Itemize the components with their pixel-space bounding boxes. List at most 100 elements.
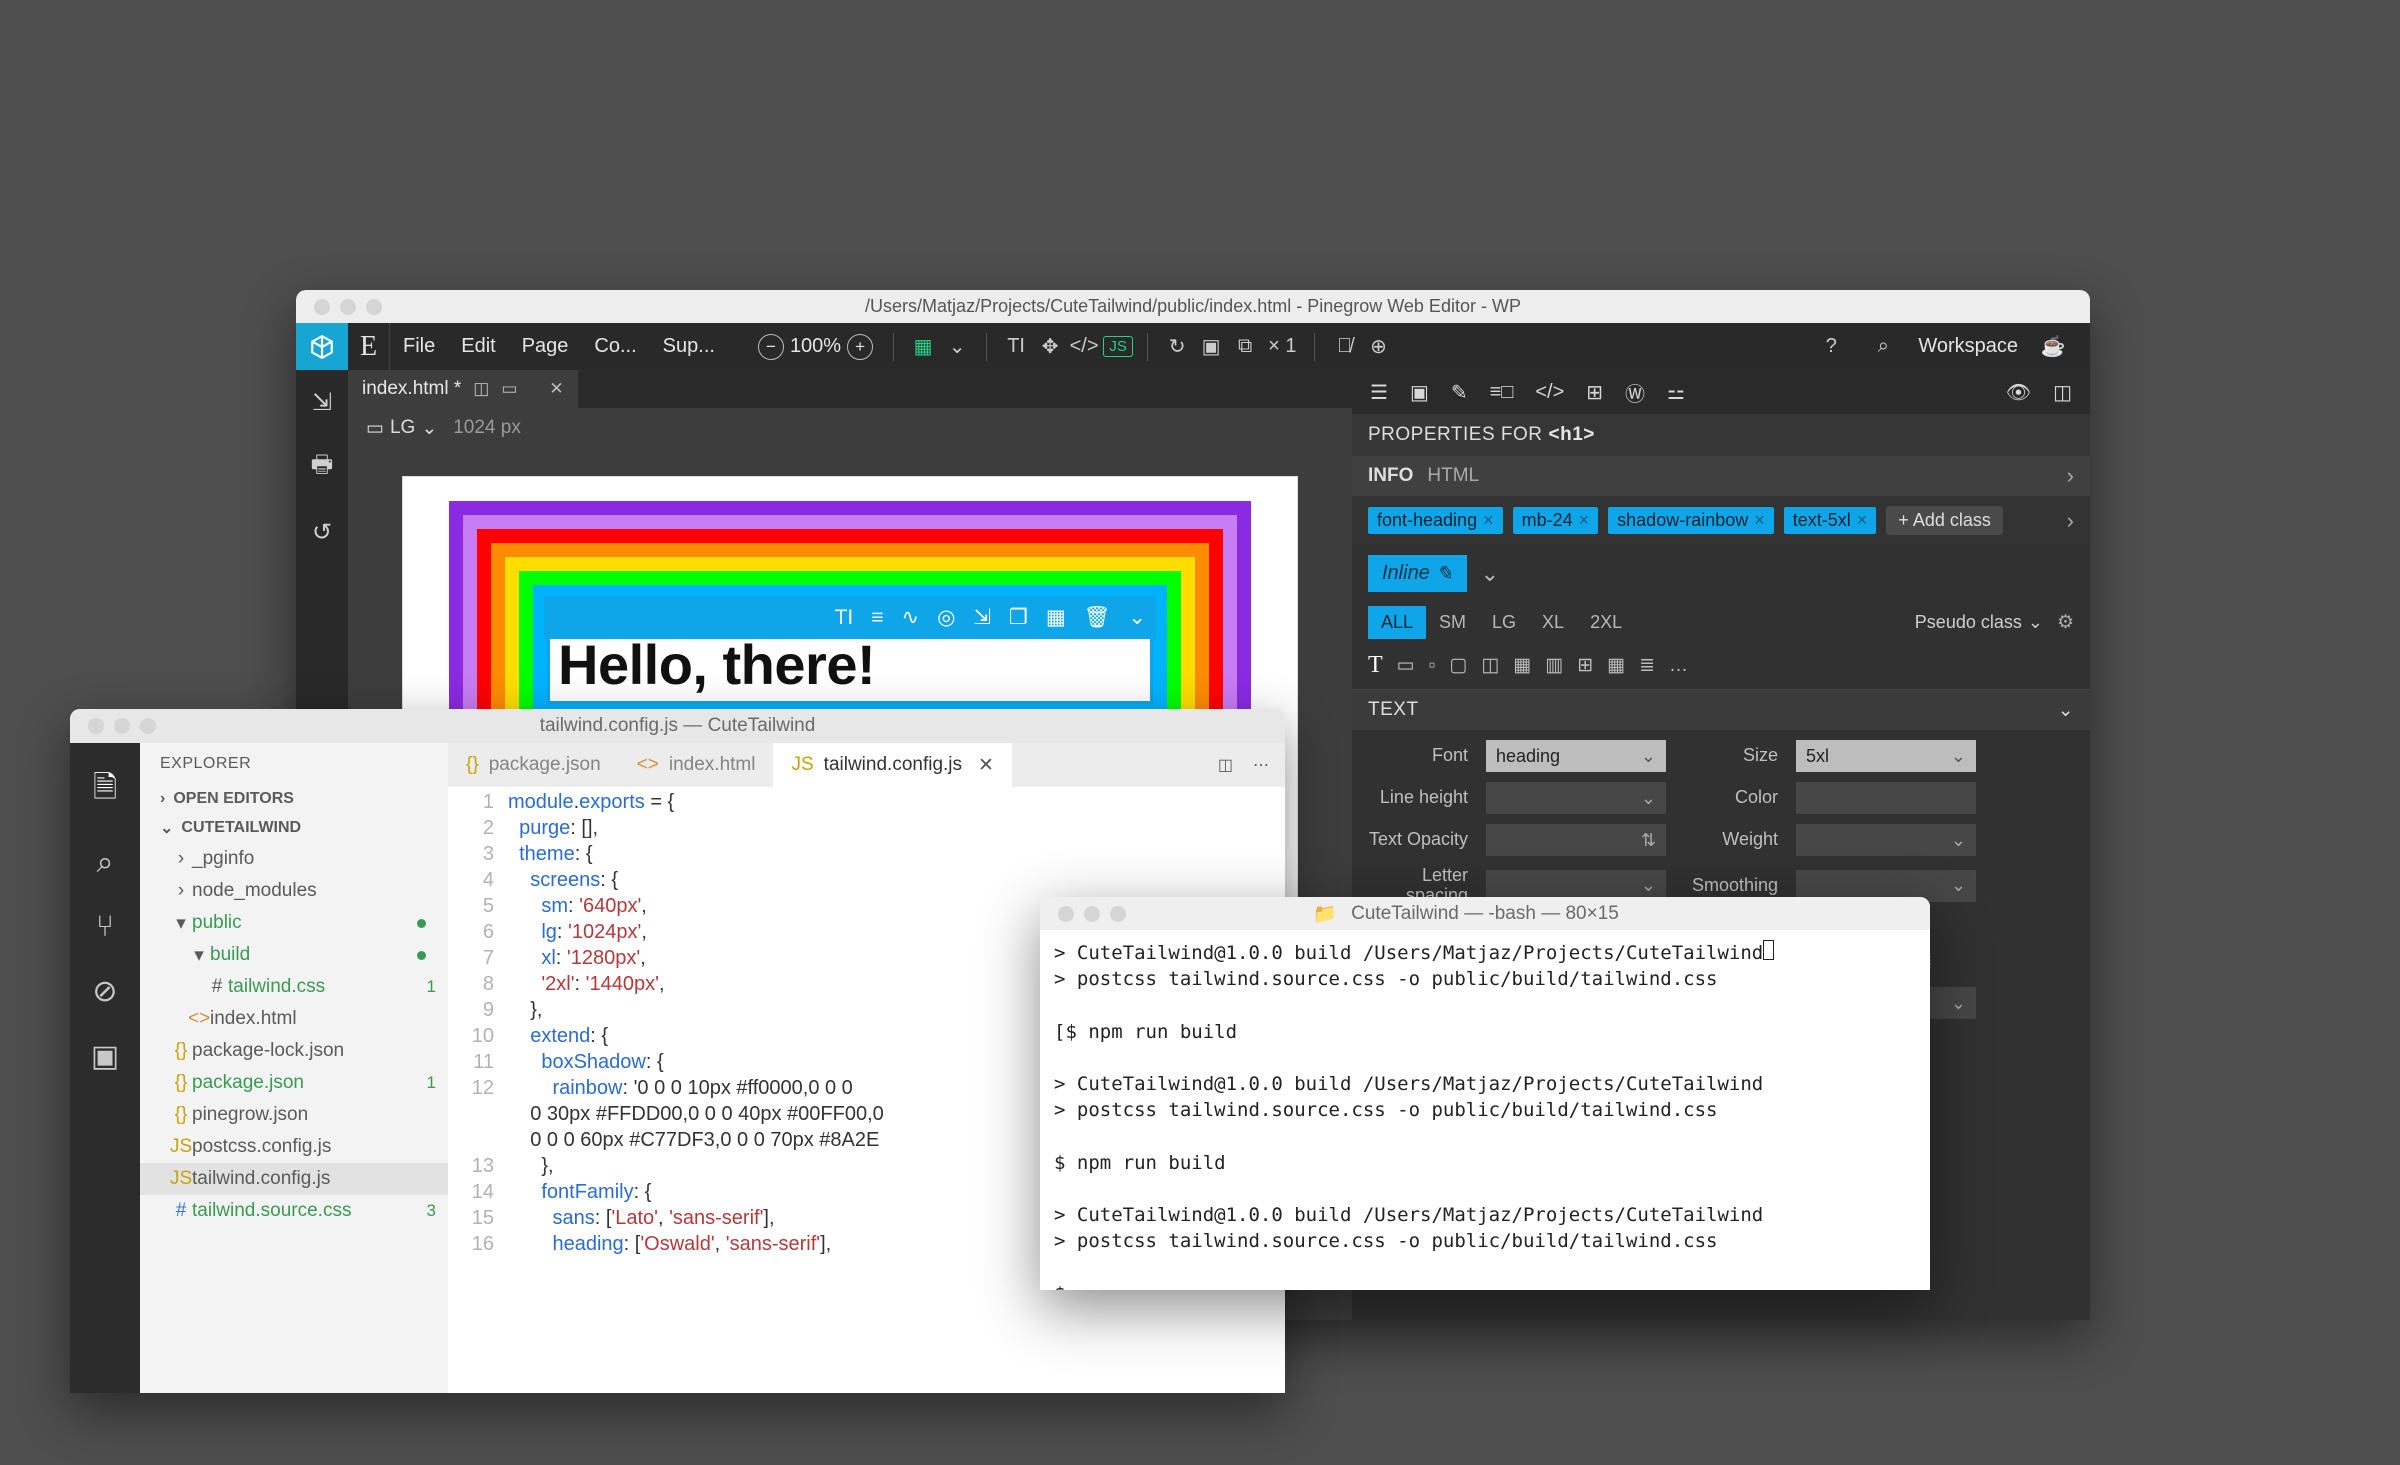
visibility-off-icon[interactable]: 👁̸ (1327, 330, 1361, 364)
html-tab[interactable]: HTML (1427, 465, 1479, 487)
remove-class-icon[interactable]: × (1579, 510, 1590, 531)
editor-tab[interactable]: <>index.html (619, 743, 774, 787)
font-select[interactable]: heading⌄ (1486, 740, 1666, 772)
help-icon[interactable]: ? (1814, 330, 1848, 364)
box-model-icon[interactable]: ▭ (1397, 654, 1415, 677)
zoom-out-icon[interactable]: − (758, 334, 784, 360)
traffic-lights[interactable] (1058, 906, 1126, 922)
code-icon[interactable]: </> (1535, 381, 1564, 404)
grid-icon[interactable]: ▦ (906, 330, 940, 364)
spacing-icon[interactable]: ▫ (1429, 655, 1436, 677)
import-icon[interactable]: ⇲ (312, 388, 332, 417)
tree-item[interactable]: {}package-lock.json (140, 1035, 448, 1067)
chevron-down-icon[interactable]: ⌄ (1481, 561, 1499, 587)
chevron-down-icon[interactable]: ⌄ (940, 330, 974, 364)
eye-icon[interactable]: 👁 (2006, 380, 2031, 405)
sliders-icon[interactable]: ☰ (1370, 380, 1388, 405)
color-select[interactable] (1796, 782, 1976, 814)
info-tab[interactable]: INFO (1368, 465, 1413, 487)
target-icon[interactable]: ◎ (937, 605, 955, 630)
viewport-icon[interactable]: ▣ (1194, 330, 1228, 364)
pinegrow-titlebar[interactable]: /Users/Matjaz/Projects/CuteTailwind/publ… (296, 290, 2090, 323)
grid-icon[interactable]: ▦ (1046, 605, 1066, 630)
list2-icon[interactable]: ≣ (1639, 654, 1655, 677)
puzzle-icon[interactable]: ⊞ (1586, 380, 1603, 405)
tree-item[interactable]: ›_pginfo (140, 843, 448, 875)
chevron-right-icon[interactable]: › (2067, 463, 2074, 489)
tree-item[interactable]: #tailwind.source.css3 (140, 1195, 448, 1227)
tree-item[interactable]: <>index.html (140, 1003, 448, 1035)
add-class-button[interactable]: + Add class (1886, 506, 2003, 535)
copy-icon[interactable]: ❐ (1009, 605, 1028, 630)
export-icon[interactable]: ⇲ (973, 605, 991, 630)
tree-item[interactable]: ▾public (140, 907, 448, 939)
search-icon[interactable]: ⌕ (97, 846, 114, 880)
tree-item[interactable]: #tailwind.css1 (140, 971, 448, 1003)
close-tab-icon[interactable]: ✕ (549, 379, 563, 399)
device-chip[interactable]: ▭ LG ⌄ (366, 417, 437, 440)
border-icon[interactable]: ▢ (1449, 654, 1467, 677)
remove-class-icon[interactable]: × (1483, 510, 1494, 531)
bp-2xl[interactable]: 2XL (1577, 606, 1635, 639)
tree-icon[interactable]: ⚍ (1667, 380, 1685, 405)
open-editors-section[interactable]: ›OPEN EDITORS (140, 785, 448, 813)
zoom-in-icon[interactable]: + (847, 334, 873, 360)
more-icon[interactable]: ⌄ (1128, 605, 1146, 630)
inline-style-button[interactable]: Inline✎ (1368, 555, 1467, 592)
list-icon[interactable]: ≡□ (1490, 381, 1514, 404)
x1-label[interactable]: × 1 (1262, 330, 1302, 364)
more-icon[interactable]: … (1669, 655, 1688, 677)
remove-class-icon[interactable]: × (1754, 510, 1765, 531)
code-icon[interactable]: </> (1067, 330, 1101, 364)
class-chip[interactable]: font-heading× (1368, 507, 1503, 534)
panel-layout-icon[interactable]: ◫ (2053, 380, 2072, 405)
split-editor-icon[interactable]: ◫ (1218, 755, 1233, 775)
size-select[interactable]: 5xl⌄ (1796, 740, 1976, 772)
close-icon[interactable]: ✕ (978, 754, 994, 777)
opacity-input[interactable]: ⇅ (1486, 824, 1666, 856)
vscode-titlebar[interactable]: tailwind.config.js — CuteTailwind (70, 709, 1285, 743)
tree-item[interactable]: {}pinegrow.json (140, 1099, 448, 1131)
bp-lg[interactable]: LG (1479, 606, 1529, 639)
menu-file[interactable]: File (390, 335, 448, 358)
elements-icon[interactable]: E (348, 323, 390, 370)
menu-support[interactable]: Sup... (650, 335, 728, 358)
lineheight-select[interactable]: ⌄ (1486, 782, 1666, 814)
menu-components[interactable]: Co... (581, 335, 649, 358)
box-icon[interactable]: ▣ (1410, 380, 1429, 405)
tree-item[interactable]: JStailwind.config.js (140, 1163, 448, 1195)
bp-all[interactable]: ALL (1368, 606, 1426, 639)
chevron-right-icon[interactable]: › (2067, 508, 2074, 534)
menu-page[interactable]: Page (509, 335, 582, 358)
split-icon[interactable]: ◫ (1481, 654, 1499, 677)
undo-icon[interactable]: ↺ (312, 518, 332, 547)
layout-icon[interactable]: ▦ (1513, 654, 1531, 677)
remove-class-icon[interactable]: × (1857, 510, 1868, 531)
class-chip[interactable]: shadow-rainbow× (1608, 507, 1774, 534)
class-chip[interactable]: mb-24× (1513, 507, 1599, 534)
more-icon[interactable]: ⋯ (1253, 755, 1269, 775)
print-icon[interactable]: 🖶 (311, 447, 334, 488)
delete-icon[interactable]: 🗑 (1084, 606, 1111, 630)
text-section-header[interactable]: TEXT ⌄ (1352, 690, 2090, 730)
brush-icon[interactable]: ✎ (1451, 380, 1468, 405)
js-badge[interactable]: JS (1101, 330, 1135, 364)
workspace-label[interactable]: Workspace (1918, 335, 2018, 358)
class-chip[interactable]: text-5xl× (1784, 507, 1877, 534)
text-tool-icon[interactable]: TI (999, 330, 1033, 364)
tree-item[interactable]: {}package.json1 (140, 1067, 448, 1099)
terminal-titlebar[interactable]: 📁 CuteTailwind — -bash — 80×15 (1040, 897, 1930, 930)
panel-icon[interactable]: ◫ (473, 379, 489, 399)
bp-sm[interactable]: SM (1426, 606, 1479, 639)
paint-icon[interactable]: ✥ (1033, 330, 1067, 364)
explorer-icon[interactable]: 🗎 (93, 765, 117, 816)
menu-edit[interactable]: Edit (448, 335, 508, 358)
settings-icon[interactable]: ≡ (871, 606, 883, 630)
extensions-icon[interactable]: ▣ (91, 1039, 119, 1074)
wordpress-icon[interactable]: Ⓦ (1625, 378, 1645, 407)
text-edit-icon[interactable]: TI (835, 606, 854, 630)
terminal-body[interactable]: > CuteTailwind@1.0.0 build /Users/Matjaz… (1040, 930, 1930, 1290)
display-icon[interactable]: ▥ (1545, 654, 1563, 677)
target-icon[interactable]: ⊕ (1361, 330, 1395, 364)
tree-item[interactable]: ▾build (140, 939, 448, 971)
